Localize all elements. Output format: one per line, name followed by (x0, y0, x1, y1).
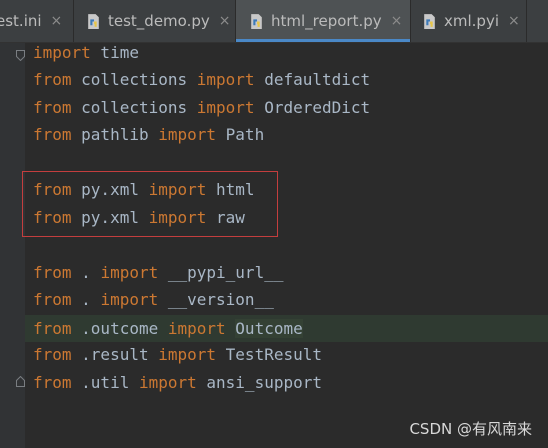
ide-window: est.ini × test_demo.py × html_report.py … (0, 0, 548, 448)
keyword: import (100, 263, 159, 282)
tab-xml-pyi[interactable]: xml.pyi × (411, 0, 526, 42)
keyword: import (196, 70, 255, 89)
imported-name: __version__ (158, 290, 274, 309)
tab-label: html_report.py (271, 12, 382, 30)
code-line[interactable]: from . import __version__ (33, 286, 274, 313)
keyword: from (33, 98, 72, 117)
imported-name: defaultdict (254, 70, 371, 89)
imported-name: ansi_support (196, 373, 322, 392)
tab-label: test_demo.py (108, 12, 210, 30)
python-stub-file-icon (424, 13, 435, 29)
module-name: . (71, 290, 101, 309)
keyword: import (33, 43, 91, 62)
code-line-current[interactable]: from .outcome import Outcome (33, 315, 303, 342)
close-icon[interactable]: × (508, 14, 520, 28)
close-icon[interactable]: × (391, 14, 403, 28)
module-name: . (71, 263, 101, 282)
keyword: from (33, 373, 72, 392)
code-line[interactable]: from pathlib import Path (33, 121, 264, 148)
close-icon[interactable]: × (219, 14, 231, 28)
keyword: from (33, 70, 72, 89)
code-line[interactable]: import time (33, 39, 139, 66)
close-icon[interactable]: × (51, 14, 63, 28)
module-name: .outcome (71, 319, 168, 338)
keyword: import (158, 345, 217, 364)
keyword: from (33, 263, 72, 282)
keyword: from (33, 345, 72, 364)
code-line[interactable]: from .result import TestResult (33, 341, 322, 368)
imported-name: Path (216, 125, 265, 144)
code-line[interactable]: from .util import ansi_support (33, 369, 322, 396)
module-name: collections (71, 70, 197, 89)
editor-tab-bar: est.ini × test_demo.py × html_report.py … (0, 0, 548, 43)
watermark: CSDN @有风南来 (409, 420, 532, 438)
code-line[interactable]: from collections import defaultdict (33, 66, 370, 93)
imported-name: __pypi_url__ (158, 263, 284, 282)
tab-label: xml.pyi (444, 12, 499, 30)
keyword: import (167, 319, 226, 338)
tab-divider (526, 0, 527, 42)
keyword: import (158, 125, 217, 144)
keyword: from (33, 125, 72, 144)
tab-label: est.ini (0, 12, 42, 30)
tab-html-report-py[interactable]: html_report.py × (236, 0, 410, 42)
tab-test-demo-py[interactable]: test_demo.py × (74, 0, 234, 42)
python-file-icon (251, 13, 262, 29)
module-name: pathlib (71, 125, 159, 144)
keyword: from (33, 319, 72, 338)
module-name: collections (71, 98, 197, 117)
highlighted-identifier: Outcome (235, 319, 303, 338)
module-name: .util (71, 373, 139, 392)
keyword: import (138, 373, 197, 392)
code-line[interactable]: from . import __pypi_url__ (33, 259, 283, 286)
annotation-highlight-box (22, 171, 278, 237)
module-name: .result (71, 345, 159, 364)
code-editor[interactable]: import time from collections import defa… (0, 43, 548, 448)
keyword: import (100, 290, 159, 309)
imported-name: TestResult (216, 345, 322, 364)
module-name: time (90, 43, 139, 62)
keyword: import (196, 98, 255, 117)
tab-test-ini[interactable]: est.ini × (0, 0, 65, 42)
imported-name: OrderedDict (254, 98, 371, 117)
keyword: from (33, 290, 72, 309)
code-line[interactable]: from collections import OrderedDict (33, 94, 370, 121)
python-file-icon (88, 13, 99, 29)
